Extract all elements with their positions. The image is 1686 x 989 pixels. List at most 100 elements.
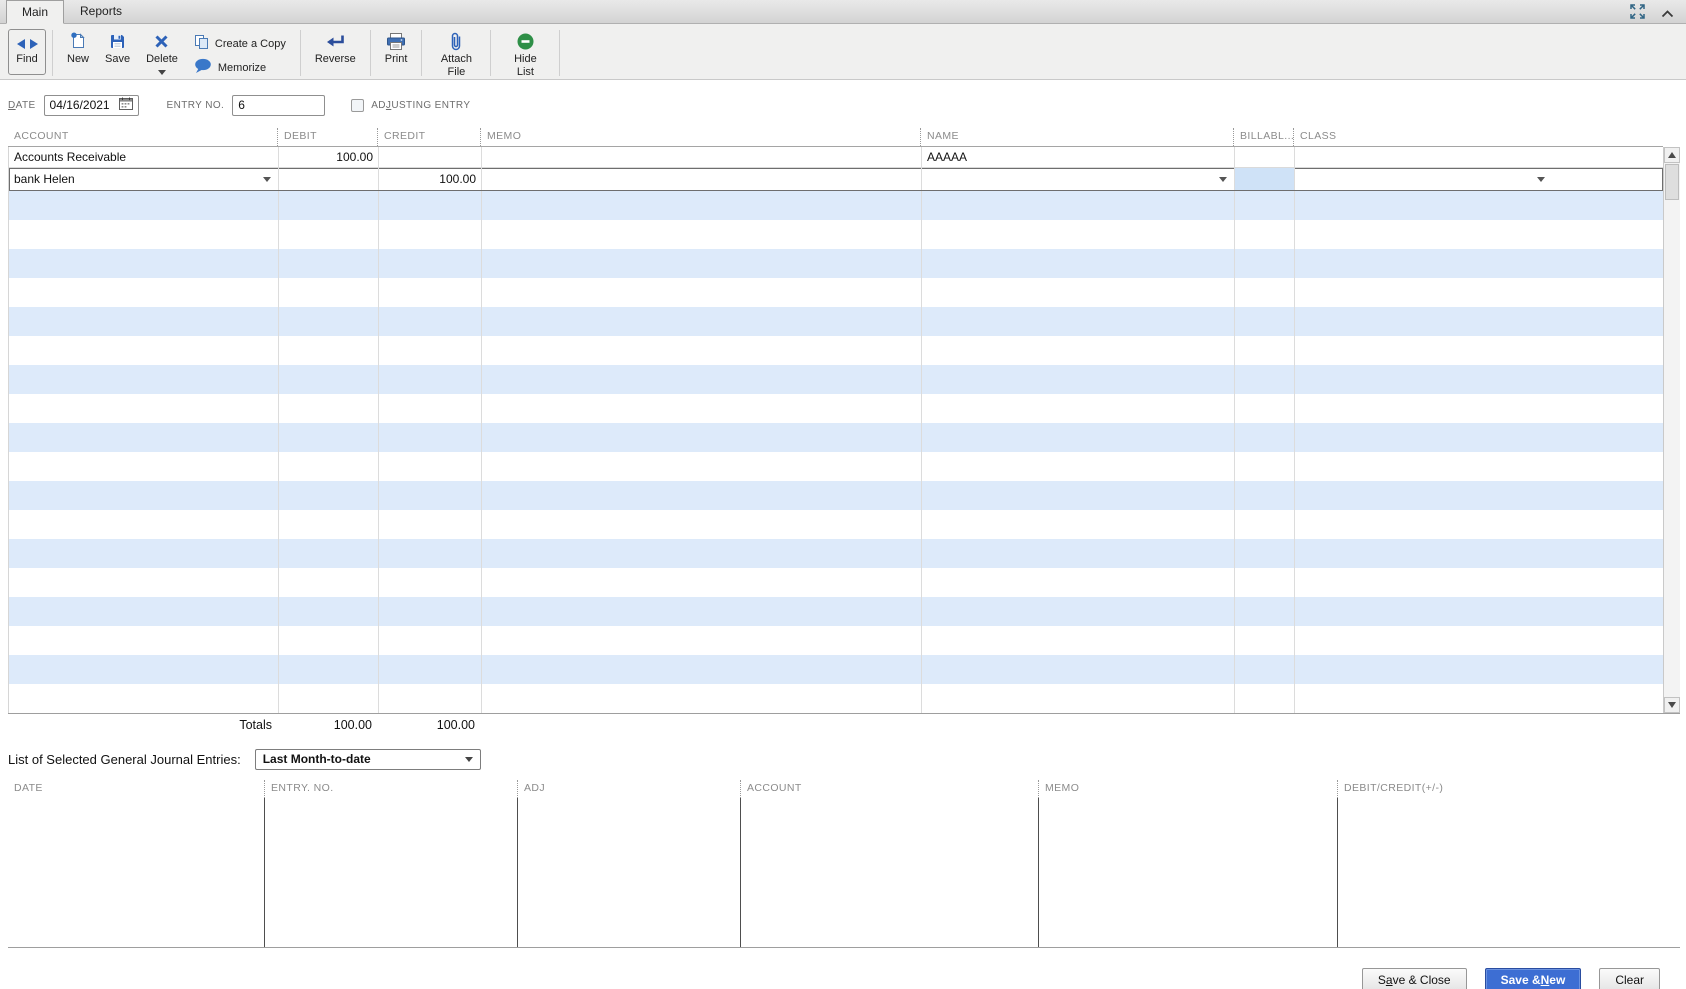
journal-empty-cell[interactable] [481,539,921,568]
entry-no-input[interactable]: 6 [232,95,325,116]
calendar-icon[interactable] [119,97,133,113]
collapse-ribbon-icon[interactable] [1661,5,1674,23]
journal-empty-cell[interactable] [481,249,921,278]
journal-empty-cell[interactable] [278,510,378,539]
journal-empty-cell[interactable] [1234,394,1294,423]
journal-empty-cell[interactable] [481,626,921,655]
scroll-down-button[interactable] [1664,697,1680,713]
memorize-button[interactable]: Memorize [194,58,286,77]
journal-empty-cell[interactable] [1234,510,1294,539]
journal-cell-name[interactable] [921,168,1234,190]
journal-cell-billable[interactable] [1234,168,1294,190]
print-button[interactable]: Print [377,27,416,66]
journal-empty-cell[interactable] [1234,249,1294,278]
save-button[interactable]: Save [97,27,138,66]
dropdown-arrow-icon[interactable] [1219,177,1227,182]
journal-empty-cell[interactable] [378,568,481,597]
find-previous-icon[interactable] [17,39,25,49]
journal-empty-cell[interactable] [921,510,1234,539]
journal-empty-cell[interactable] [378,481,481,510]
journal-empty-cell[interactable] [481,597,921,626]
journal-empty-row[interactable] [9,365,1663,394]
journal-cell-name[interactable]: AAAAA [921,147,1234,167]
journal-empty-cell[interactable] [278,568,378,597]
journal-empty-cell[interactable] [278,307,378,336]
journal-empty-cell[interactable] [378,626,481,655]
journal-empty-row[interactable] [9,539,1663,568]
journal-empty-cell[interactable] [481,568,921,597]
journal-empty-cell[interactable] [278,220,378,249]
attach-file-button[interactable]: Attach File [428,27,484,78]
journal-cell-billable[interactable] [1234,147,1294,167]
journal-empty-cell[interactable] [278,481,378,510]
journal-empty-cell[interactable] [9,394,278,423]
journal-cell-class[interactable] [1294,168,1664,190]
journal-cell-memo[interactable] [481,147,921,167]
journal-empty-cell[interactable] [378,365,481,394]
journal-empty-cell[interactable] [1234,191,1294,220]
dropdown-arrow-icon[interactable] [263,177,271,182]
journal-empty-cell[interactable] [278,249,378,278]
journal-empty-cell[interactable] [9,655,278,684]
journal-empty-cell[interactable] [278,365,378,394]
journal-empty-cell[interactable] [481,365,921,394]
journal-empty-cell[interactable] [921,539,1234,568]
journal-empty-cell[interactable] [378,278,481,307]
vertical-scrollbar[interactable] [1663,147,1680,713]
journal-empty-cell[interactable] [921,568,1234,597]
journal-empty-cell[interactable] [9,626,278,655]
journal-empty-cell[interactable] [1294,684,1664,713]
journal-empty-cell[interactable] [481,278,921,307]
journal-empty-cell[interactable] [1294,278,1664,307]
journal-empty-cell[interactable] [9,597,278,626]
journal-empty-row[interactable] [9,220,1663,249]
journal-empty-row[interactable] [9,307,1663,336]
journal-empty-cell[interactable] [481,336,921,365]
journal-empty-cell[interactable] [9,220,278,249]
journal-empty-cell[interactable] [9,307,278,336]
journal-empty-cell[interactable] [921,394,1234,423]
dropdown-arrow-icon[interactable] [1537,177,1545,182]
journal-empty-cell[interactable] [278,452,378,481]
journal-empty-cell[interactable] [1294,249,1664,278]
journal-empty-cell[interactable] [378,191,481,220]
journal-empty-cell[interactable] [278,191,378,220]
reverse-button[interactable]: Reverse [307,27,364,66]
journal-empty-cell[interactable] [378,307,481,336]
journal-empty-cell[interactable] [1234,452,1294,481]
journal-empty-cell[interactable] [1294,191,1664,220]
save-and-close-button[interactable]: Save & Close [1362,968,1467,989]
journal-empty-cell[interactable] [921,278,1234,307]
journal-cell-debit[interactable] [278,168,378,190]
journal-empty-cell[interactable] [378,220,481,249]
journal-empty-row[interactable] [9,597,1663,626]
expand-icon[interactable] [1630,4,1645,24]
journal-empty-cell[interactable] [481,191,921,220]
find-button[interactable]: Find [8,29,46,75]
journal-cell-credit[interactable]: 100.00 [378,168,481,190]
delete-button[interactable]: Delete [138,27,186,75]
journal-empty-cell[interactable] [481,452,921,481]
journal-empty-cell[interactable] [1234,539,1294,568]
journal-empty-cell[interactable] [9,568,278,597]
journal-row[interactable]: bank Helen100.00 [9,168,1663,191]
journal-empty-cell[interactable] [921,336,1234,365]
journal-empty-row[interactable] [9,191,1663,220]
journal-empty-cell[interactable] [1294,481,1664,510]
journal-empty-cell[interactable] [9,539,278,568]
journal-empty-cell[interactable] [1234,597,1294,626]
journal-empty-cell[interactable] [1234,307,1294,336]
journal-empty-cell[interactable] [1234,481,1294,510]
journal-empty-cell[interactable] [1294,220,1664,249]
journal-cell-credit[interactable] [378,147,481,167]
journal-empty-row[interactable] [9,336,1663,365]
journal-empty-cell[interactable] [481,481,921,510]
scrollbar-thumb[interactable] [1665,164,1679,200]
journal-empty-cell[interactable] [278,394,378,423]
journal-empty-cell[interactable] [1294,510,1664,539]
journal-empty-cell[interactable] [378,452,481,481]
journal-empty-row[interactable] [9,655,1663,684]
journal-empty-cell[interactable] [921,597,1234,626]
journal-empty-cell[interactable] [1234,568,1294,597]
journal-empty-row[interactable] [9,510,1663,539]
